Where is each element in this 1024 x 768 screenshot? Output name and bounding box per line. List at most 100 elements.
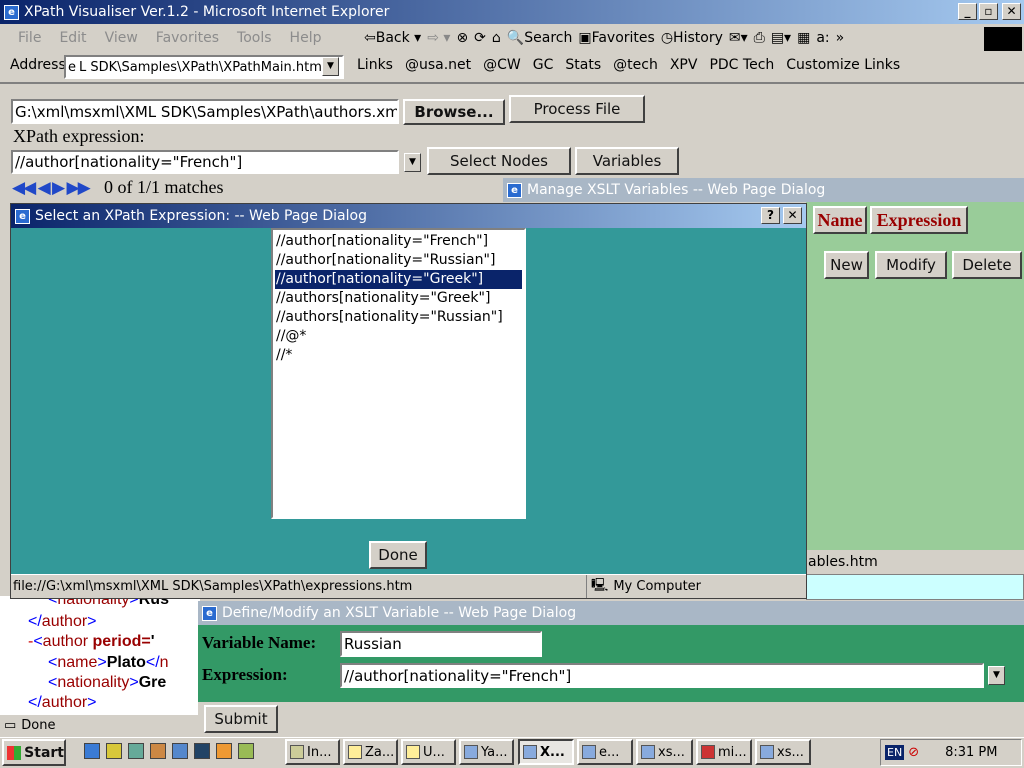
expression-dropdown[interactable]: ▼: [988, 666, 1005, 685]
link-gc[interactable]: GC: [533, 57, 554, 73]
network-launch-icon[interactable]: [172, 743, 188, 759]
expression-option[interactable]: //*: [275, 346, 522, 365]
refresh-icon[interactable]: ⟳: [474, 30, 486, 46]
start-button[interactable]: Start: [2, 739, 66, 766]
menu-bar: File Edit View Favorites Tools Help: [18, 30, 339, 46]
xpath-dropdown[interactable]: ▼: [404, 153, 421, 172]
task-button[interactable]: xs...: [755, 739, 811, 765]
variable-name-input[interactable]: Russian: [340, 631, 542, 657]
print-icon[interactable]: ⎙: [754, 30, 765, 46]
expression-option-selected[interactable]: //author[nationality="Greek"]: [274, 269, 523, 290]
select-nodes-button[interactable]: Select Nodes: [427, 147, 571, 175]
window-title: XPath Visualiser Ver.1.2 - Microsoft Int…: [24, 4, 390, 20]
address-input[interactable]: eL SDK\Samples\XPath\XPathMain.htm: [64, 55, 344, 79]
mail-icon[interactable]: ✉▾: [729, 30, 748, 46]
link-pdc-tech[interactable]: PDC Tech: [709, 57, 774, 73]
task-button[interactable]: xs...: [636, 739, 693, 765]
link-cw[interactable]: @CW: [483, 57, 521, 73]
app-launch-icon[interactable]: [150, 743, 166, 759]
edit-icon[interactable]: ▤▾: [771, 30, 791, 46]
page-done-icon: ▭: [4, 718, 17, 733]
last-icon[interactable]: ▶▶: [67, 178, 91, 198]
menu-help[interactable]: Help: [290, 30, 322, 46]
nav-arrows: ◀◀ ◀ ▶ ▶▶: [12, 178, 91, 198]
address-dropdown[interactable]: ▼: [322, 57, 339, 76]
select-dialog-title-bar[interactable]: e Select an XPath Expression: -- Web Pag…: [11, 204, 806, 228]
history-button[interactable]: ◷History: [661, 30, 723, 46]
expression-option[interactable]: //author[nationality="French"]: [275, 232, 522, 251]
language-indicator[interactable]: EN: [885, 745, 905, 760]
task-button[interactable]: U...: [401, 739, 456, 765]
expression-option[interactable]: //@*: [275, 327, 522, 346]
new-variable-button[interactable]: New: [824, 251, 869, 279]
expression-input[interactable]: //author[nationality="French"]: [340, 663, 984, 688]
expression-column-header[interactable]: Expression: [870, 206, 968, 234]
volume-muted-icon[interactable]: ⊘: [908, 745, 919, 760]
name-column-header[interactable]: Name: [813, 206, 867, 234]
favorites-button[interactable]: ▣Favorites: [578, 30, 654, 46]
outlook-launch-icon[interactable]: [106, 743, 122, 759]
xpath-expression-input[interactable]: //author[nationality="French"]: [11, 150, 399, 174]
menu-view[interactable]: View: [105, 30, 138, 46]
notepad-launch-icon[interactable]: [194, 743, 210, 759]
first-icon[interactable]: ◀◀: [12, 178, 36, 198]
task-button[interactable]: e...: [577, 739, 633, 765]
menu-file[interactable]: File: [18, 30, 41, 46]
zone-indicator: 🖳 My Computer: [587, 576, 701, 598]
prev-icon[interactable]: ◀: [38, 178, 51, 198]
expression-option[interactable]: //author[nationality="Russian"]: [275, 251, 522, 270]
task-button[interactable]: Ya...: [459, 739, 514, 765]
file-path-input[interactable]: G:\xml\msxml\XML SDK\Samples\XPath\autho…: [11, 99, 399, 124]
next-icon[interactable]: ▶: [52, 178, 65, 198]
link-tech[interactable]: @tech: [613, 57, 658, 73]
search-button[interactable]: 🔍Search: [507, 30, 573, 46]
task-button[interactable]: mi...: [696, 739, 752, 765]
xml-line[interactable]: -<author period=': [28, 632, 155, 652]
expression-option[interactable]: //authors[nationality="Greek"]: [275, 289, 522, 308]
menu-favorites[interactable]: Favorites: [156, 30, 219, 46]
done-button[interactable]: Done: [369, 541, 427, 569]
back-button[interactable]: ⇦Back ▾: [364, 30, 421, 46]
minimize-button[interactable]: _: [958, 3, 977, 20]
link-stats[interactable]: Stats: [565, 57, 601, 73]
define-dialog-title-bar[interactable]: e Define/Modify an XSLT Variable -- Web …: [198, 601, 1024, 625]
task-button[interactable]: In...: [285, 739, 340, 765]
media-launch-icon[interactable]: [238, 743, 254, 759]
menu-tools[interactable]: Tools: [237, 30, 272, 46]
stop-icon[interactable]: ⊗: [456, 30, 468, 46]
link-xpv[interactable]: XPV: [670, 57, 698, 73]
link-usa-net[interactable]: @usa.net: [405, 57, 471, 73]
variable-name-label: Variable Name:: [202, 633, 317, 652]
task-button[interactable]: Za...: [343, 739, 398, 765]
task-button-active[interactable]: X...: [518, 739, 574, 765]
dialog-close-button[interactable]: ✕: [783, 207, 802, 224]
tool-launch-icon[interactable]: [216, 743, 232, 759]
menu-edit[interactable]: Edit: [59, 30, 86, 46]
main-title-bar[interactable]: e XPath Visualiser Ver.1.2 - Microsoft I…: [0, 0, 1024, 24]
manage-dialog-status: ables.htm: [806, 550, 1024, 574]
desktop-launch-icon[interactable]: [128, 743, 144, 759]
clock[interactable]: 8:31 PM: [945, 745, 997, 760]
modify-variable-button[interactable]: Modify: [875, 251, 947, 279]
discuss-icon[interactable]: ▦: [797, 30, 810, 46]
messenger-icon[interactable]: a:: [816, 30, 829, 46]
maximize-button[interactable]: ▫: [979, 3, 998, 20]
delete-variable-button[interactable]: Delete: [952, 251, 1022, 279]
close-button[interactable]: ✕: [1002, 3, 1021, 20]
task-icon: [290, 745, 304, 759]
forward-button[interactable]: ⇨ ▾: [427, 30, 450, 46]
browse-button[interactable]: Browse...: [403, 99, 505, 125]
manage-dialog-title-bar[interactable]: e Manage XSLT Variables -- Web Page Dial…: [503, 178, 1024, 202]
submit-button[interactable]: Submit: [204, 705, 278, 733]
match-count: 0 of 1/1 matches: [104, 177, 224, 197]
help-button[interactable]: ?: [761, 207, 780, 224]
variables-button[interactable]: Variables: [575, 147, 679, 175]
home-icon[interactable]: ⌂: [492, 30, 501, 46]
link-customize[interactable]: Customize Links: [786, 57, 900, 73]
expression-listbox[interactable]: //author[nationality="French"] //author[…: [271, 228, 526, 519]
more-tools-icon[interactable]: »: [836, 30, 845, 46]
address-label: Address: [10, 57, 66, 73]
ie-launch-icon[interactable]: [84, 743, 100, 759]
process-file-button[interactable]: Process File: [509, 95, 645, 123]
expression-option[interactable]: //authors[nationality="Russian"]: [275, 308, 522, 327]
